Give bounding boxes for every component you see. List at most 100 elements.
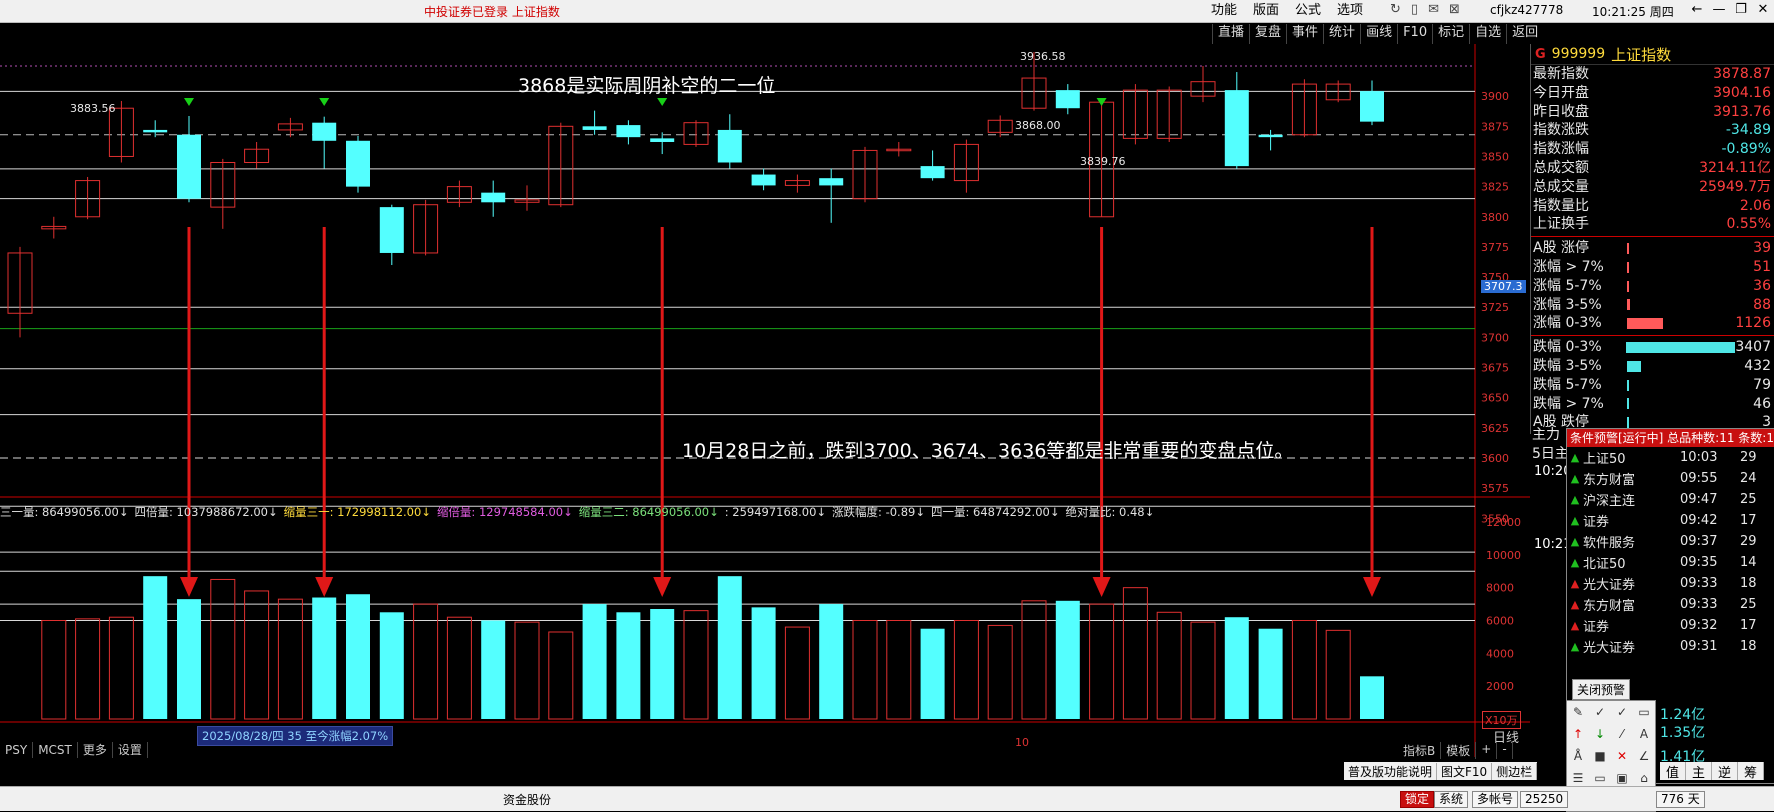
candle-body bbox=[1258, 134, 1283, 138]
tab-main[interactable]: 主 bbox=[1686, 762, 1713, 781]
alert-header: 条件预警[运行中] 总品种数:11 条数:12 bbox=[1567, 429, 1774, 447]
link-sidebar[interactable]: 侧边栏 bbox=[1492, 762, 1538, 780]
tab-value[interactable]: 值 bbox=[1660, 762, 1687, 781]
alert-time: 09:31 bbox=[1680, 639, 1718, 654]
link-f10[interactable]: 图文F10 bbox=[1437, 762, 1493, 780]
menu-layout[interactable]: 版面 bbox=[1245, 2, 1287, 20]
alert-row[interactable]: ▲ 东方财富 09:55 24 bbox=[1567, 468, 1774, 489]
back-icon[interactable]: ← bbox=[1686, 0, 1708, 20]
code-input[interactable]: 25250 bbox=[1520, 791, 1569, 808]
menu-function[interactable]: 功能 bbox=[1203, 2, 1245, 20]
zoom-in-button[interactable]: + bbox=[1476, 742, 1498, 759]
multi-account-button[interactable]: 多帐号 bbox=[1472, 791, 1519, 808]
volume-bar bbox=[683, 610, 709, 720]
alert-name: 东方财富 bbox=[1583, 473, 1636, 488]
square-icon[interactable]: ■ bbox=[1589, 745, 1611, 767]
quote-row: 昨日收盘 3913.76 bbox=[1531, 103, 1774, 122]
y-tick-label: 3675 bbox=[1481, 362, 1509, 375]
angle-icon[interactable]: ∠ bbox=[1633, 745, 1655, 767]
y-tick-label: 3700 bbox=[1481, 331, 1509, 344]
y-tick-label: 3800 bbox=[1481, 211, 1509, 224]
alert-time: 09:55 bbox=[1680, 471, 1718, 486]
alert-row[interactable]: ▲ 光大证券 09:31 18 bbox=[1567, 636, 1774, 657]
chat-icon[interactable]: ✉ bbox=[1428, 2, 1439, 17]
indicator-value: 缩倍量: 129748584.00↓ bbox=[436, 505, 573, 519]
quote-row: 指数涨跌 -34.89 bbox=[1531, 121, 1774, 140]
menu-formula[interactable]: 公式 bbox=[1287, 2, 1329, 20]
days-input[interactable]: 776 天 bbox=[1656, 791, 1705, 808]
tab-mcst[interactable]: MCST bbox=[33, 742, 78, 758]
close-icon[interactable]: ✕ bbox=[1752, 0, 1774, 20]
minimize-icon[interactable]: — bbox=[1708, 0, 1730, 20]
restore-icon[interactable]: ❐ bbox=[1730, 0, 1752, 20]
month-label: 10 bbox=[1015, 736, 1029, 749]
tab-chips[interactable]: 筹 bbox=[1738, 762, 1765, 781]
zoom-out-button[interactable]: - bbox=[1497, 742, 1513, 759]
user-account[interactable]: cfjkz427778 bbox=[1490, 3, 1563, 17]
menu-options[interactable]: 选项 bbox=[1329, 2, 1371, 20]
y-tick-label: 3850 bbox=[1481, 150, 1509, 163]
red-arrow-head bbox=[1092, 577, 1111, 597]
bell-icon: ▲ bbox=[1570, 556, 1580, 569]
volume-bar bbox=[582, 604, 607, 719]
alert-row[interactable]: ▲ 上证50 10:03 29 bbox=[1567, 447, 1774, 468]
tab-indicator-b[interactable]: 指标B bbox=[1398, 742, 1442, 759]
tab-settings[interactable]: 设置 bbox=[113, 742, 148, 758]
quote-header: G 999999 上证指数 bbox=[1531, 44, 1774, 65]
rect-icon[interactable]: ▭ bbox=[1633, 701, 1655, 723]
quote-label: 指数涨幅 bbox=[1533, 141, 1589, 158]
breadth-bar bbox=[1627, 243, 1630, 255]
breadth-bar bbox=[1627, 280, 1630, 292]
tab-more[interactable]: 更多 bbox=[78, 742, 113, 758]
link-feature-guide[interactable]: 普及版功能说明 bbox=[1344, 762, 1438, 780]
volume-bar bbox=[277, 598, 303, 720]
kline-chart[interactable]: 3900387538503825380037753750372537003675… bbox=[0, 22, 1530, 762]
system-button[interactable]: 系统 bbox=[1434, 791, 1469, 808]
mail-icon[interactable]: ⊠ bbox=[1449, 2, 1460, 17]
alert-row[interactable]: ▲ 证券 09:32 17 bbox=[1567, 615, 1774, 636]
divider bbox=[1531, 236, 1774, 238]
volume-bar bbox=[346, 594, 370, 719]
up-arrow-icon[interactable]: ↑ bbox=[1567, 723, 1589, 745]
title-bar: 中投证券已登录 上证指数 功能 版面 公式 选项 ↻ ▯ ✉ ⊠ cfjkz42… bbox=[0, 0, 1774, 23]
tab-psy[interactable]: PSY bbox=[0, 742, 34, 758]
tab-template[interactable]: 模板 bbox=[1441, 742, 1477, 759]
quote-row: 今日开盘 3904.16 bbox=[1531, 84, 1774, 103]
tab-reverse[interactable]: 逆 bbox=[1712, 762, 1739, 781]
alert-row[interactable]: ▲ 证券 09:42 17 bbox=[1567, 510, 1774, 531]
volume-bar bbox=[852, 620, 878, 720]
quote-label: 总成交额 bbox=[1533, 159, 1589, 176]
volume-bar bbox=[717, 576, 742, 719]
lock-button[interactable]: 锁定 bbox=[1400, 791, 1435, 808]
alert-row[interactable]: ▲ 软件服务 09:37 29 bbox=[1567, 531, 1774, 552]
alert-name: 东方财富 bbox=[1583, 599, 1636, 614]
candle-body bbox=[346, 140, 370, 187]
check-icon[interactable]: ✓ bbox=[1589, 701, 1611, 723]
down-arrow-icon[interactable]: ↓ bbox=[1589, 723, 1611, 745]
volume-bar bbox=[1190, 621, 1216, 720]
alert-row[interactable]: ▲ 东方财富 09:33 25 bbox=[1567, 594, 1774, 615]
green-marker bbox=[319, 98, 330, 106]
volume-bar bbox=[244, 590, 270, 720]
volume-bar bbox=[413, 603, 439, 720]
alert-row[interactable]: ▲ 北证50 09:35 14 bbox=[1567, 552, 1774, 573]
date-tooltip: 2025/08/28/四 35 至今涨幅2.07% bbox=[197, 726, 394, 746]
alert-row[interactable]: ▲ 光大证券 09:33 18 bbox=[1567, 573, 1774, 594]
check-icon[interactable]: ✓ bbox=[1611, 701, 1633, 723]
quote-row: 指数涨幅 -0.89% bbox=[1531, 140, 1774, 159]
slash-icon[interactable]: ⁄ bbox=[1611, 723, 1633, 745]
volume-bar bbox=[920, 628, 945, 719]
font-icon[interactable]: Å bbox=[1567, 745, 1589, 767]
delete-icon[interactable]: ✕ bbox=[1611, 745, 1633, 767]
alert-row[interactable]: ▲ 沪深主连 09:47 25 bbox=[1567, 489, 1774, 510]
fund-shares-label[interactable]: 资金股份 bbox=[503, 791, 551, 808]
breadth-row: 跌幅 > 7% 46 bbox=[1531, 395, 1774, 414]
mobile-icon[interactable]: ▯ bbox=[1411, 2, 1418, 17]
volume-bar bbox=[1360, 676, 1384, 719]
volume-bar bbox=[548, 631, 574, 720]
breadth-value: 79 bbox=[1753, 376, 1771, 393]
close-alert-button[interactable]: 关闭预警 bbox=[1572, 679, 1631, 700]
pen-icon[interactable]: ✎ bbox=[1567, 701, 1589, 723]
text-icon[interactable]: A bbox=[1633, 723, 1655, 745]
refresh-icon[interactable]: ↻ bbox=[1390, 2, 1401, 17]
